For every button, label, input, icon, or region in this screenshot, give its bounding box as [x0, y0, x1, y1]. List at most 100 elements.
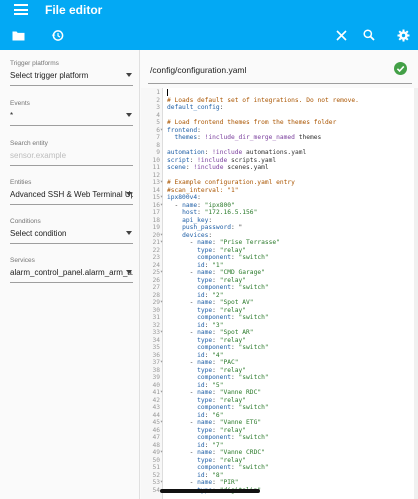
code-line[interactable]: 45 ▾ - name: "Vanne ETG"	[141, 419, 418, 427]
code-line[interactable]: 11 scene: !include scenes.yaml	[141, 164, 418, 172]
history-icon[interactable]	[44, 22, 70, 48]
code-line[interactable]: 19 push_password: "	[141, 224, 418, 232]
code-line[interactable]: 10 script: !include scripts.yaml	[141, 157, 418, 165]
code-line[interactable]: 48 id: "7"	[141, 442, 418, 450]
code-line[interactable]: 14 #scan_interval: "1"	[141, 187, 418, 195]
fold-toggle-icon[interactable]: ▾	[160, 202, 164, 210]
code-line[interactable]: 40 id: "5"	[141, 382, 418, 390]
code-line[interactable]: 12	[141, 172, 418, 180]
line-number: 49	[152, 449, 160, 456]
search-entity-field[interactable]: Search entity sensor.example	[10, 140, 133, 166]
code-line[interactable]: 43 component: "switch"	[141, 404, 418, 412]
code-line[interactable]: 33 ▾ - name: "Spot AR"	[141, 329, 418, 337]
code-line[interactable]: 17 host: "172.16.5.156"	[141, 209, 418, 217]
fold-toggle-icon[interactable]: ▾	[160, 299, 164, 307]
code-line[interactable]: 15 ▾ ipx800v4:	[141, 194, 418, 202]
gear-icon[interactable]	[390, 22, 416, 48]
code-line[interactable]: 4	[141, 112, 418, 120]
events-select[interactable]: Events *	[10, 100, 133, 126]
code-line[interactable]: 39 component: "switch"	[141, 374, 418, 382]
fold-toggle-icon[interactable]: ▾	[160, 239, 164, 247]
fold-toggle-icon[interactable]: ▾	[160, 194, 164, 202]
line-number: 32	[152, 321, 160, 329]
code-line[interactable]: 25 ▾ - name: "CMD Garage"	[141, 269, 418, 277]
fold-toggle-icon[interactable]: ▾	[160, 419, 164, 427]
code-line[interactable]: 9 automation: !include automations.yaml	[141, 149, 418, 157]
code-line[interactable]: 41 ▾ - name: "Vanne RDC"	[141, 389, 418, 397]
code-line[interactable]: 52 id: "8"	[141, 472, 418, 480]
trigger-platforms-value[interactable]: Select trigger platform	[10, 71, 133, 82]
code-line[interactable]: 35 component: "switch"	[141, 344, 418, 352]
code-line[interactable]: 7 themes: !include_dir_merge_named theme…	[141, 134, 418, 142]
menu-icon[interactable]	[14, 4, 28, 15]
close-icon[interactable]	[328, 22, 354, 48]
code-line[interactable]: 44 id: "6"	[141, 412, 418, 420]
trigger-platforms-select[interactable]: Trigger platforms Select trigger platfor…	[10, 60, 133, 86]
entities-value[interactable]: Advanced SSH & Web Terminal Up...	[10, 190, 133, 201]
services-value[interactable]: alarm_control_panel.alarm_arm_a...	[10, 268, 133, 279]
code-line[interactable]: 50 type: "relay"	[141, 457, 418, 465]
search-entity-input[interactable]: sensor.example	[10, 151, 133, 162]
line-number: 23	[152, 254, 160, 261]
code-line[interactable]: 2 # Loads default set of integrations. Do…	[141, 97, 418, 105]
fold-toggle-icon[interactable]: ▾	[160, 179, 164, 187]
code-line[interactable]: 18 api_key:	[141, 217, 418, 225]
search-icon[interactable]	[356, 22, 382, 48]
code-line[interactable]: 38 type: "relay"	[141, 367, 418, 375]
code-line[interactable]: 34 type: "relay"	[141, 337, 418, 345]
code-line[interactable]: 28 id: "2"	[141, 292, 418, 300]
code-line[interactable]: 8	[141, 142, 418, 150]
code-line[interactable]: 37 ▾ - name: "PAC"	[141, 359, 418, 367]
code-line[interactable]: 53 ▾ - name: "PIR"	[141, 479, 418, 487]
code-line[interactable]: 26 type: "relay"	[141, 277, 418, 285]
fold-toggle-icon[interactable]: ▾	[160, 127, 164, 135]
code-line[interactable]: 27 component: "switch"	[141, 284, 418, 292]
code-line[interactable]: 16 ▾ - name: "ipx800"	[141, 202, 418, 210]
fold-toggle-icon[interactable]: ▾	[160, 479, 164, 487]
code-editor[interactable]: 1 2 # Loads default set of integrations. D…	[141, 88, 418, 499]
conditions-value[interactable]: Select condition	[10, 229, 133, 240]
code-line[interactable]: 32 id: "3"	[141, 322, 418, 330]
entities-select[interactable]: Entities Advanced SSH & Web Terminal Up.…	[10, 179, 133, 205]
folder-icon[interactable]	[5, 22, 31, 48]
fold-toggle-icon[interactable]: ▾	[160, 449, 164, 457]
conditions-select[interactable]: Conditions Select condition	[10, 218, 133, 244]
code-line[interactable]: 51 component: "switch"	[141, 464, 418, 472]
code-line[interactable]: 23 component: "switch"	[141, 254, 418, 262]
code-text: ipx800v4:	[167, 194, 201, 201]
code-line[interactable]: 3 default_config:	[141, 104, 418, 112]
fold-toggle-icon[interactable]: ▾	[160, 389, 164, 397]
events-label: Events	[10, 100, 30, 107]
fold-toggle-icon[interactable]: ▾	[160, 269, 164, 277]
code-line[interactable]: 24 id: "1"	[141, 262, 418, 270]
fold-toggle-icon[interactable]: ▾	[160, 329, 164, 337]
code-line[interactable]: 30 type: "relay"	[141, 307, 418, 315]
code-line[interactable]: 47 component: "switch"	[141, 434, 418, 442]
code-line[interactable]: 13 ▾ # Example configuration.yaml entry	[141, 179, 418, 187]
code-line[interactable]: 31 component: "switch"	[141, 314, 418, 322]
services-select[interactable]: Services alarm_control_panel.alarm_arm_a…	[10, 257, 133, 283]
fold-toggle-icon[interactable]: ▾	[160, 359, 164, 367]
code-line[interactable]: 22 type: "relay"	[141, 247, 418, 255]
line-number: 54	[152, 486, 160, 494]
code-line[interactable]: 29 ▾ - name: "Spot AV"	[141, 299, 418, 307]
code-line[interactable]: 20 ▾ devices:	[141, 232, 418, 240]
events-value[interactable]: *	[10, 111, 133, 122]
code-line[interactable]: 1	[141, 89, 418, 97]
code-line[interactable]: 21 ▾ - name: "Prise Terrasse"	[141, 239, 418, 247]
file-path[interactable]: /config/configuration.yaml	[150, 65, 246, 75]
code-line[interactable]: 49 ▾ - name: "Vanne CRDC"	[141, 449, 418, 457]
code-text: id: "2"	[197, 291, 224, 299]
code-line[interactable]: 36 id: "4"	[141, 352, 418, 360]
editor-scrollbar[interactable]	[414, 88, 418, 499]
line-number: 16	[152, 201, 160, 209]
line-number: 33	[152, 329, 160, 336]
code-line[interactable]: 6 ▾ frontend:	[141, 127, 418, 135]
code-line[interactable]: 5 # Load frontend themes from the themes …	[141, 119, 418, 127]
file-path-bar[interactable]: /config/configuration.yaml	[140, 56, 418, 84]
code-line[interactable]: 42 type: "relay"	[141, 397, 418, 405]
code-line[interactable]: 46 type: "relay"	[141, 427, 418, 435]
fold-toggle-icon[interactable]: ▾	[160, 232, 164, 240]
line-number: 19	[152, 224, 160, 231]
home-indicator[interactable]	[160, 489, 260, 493]
